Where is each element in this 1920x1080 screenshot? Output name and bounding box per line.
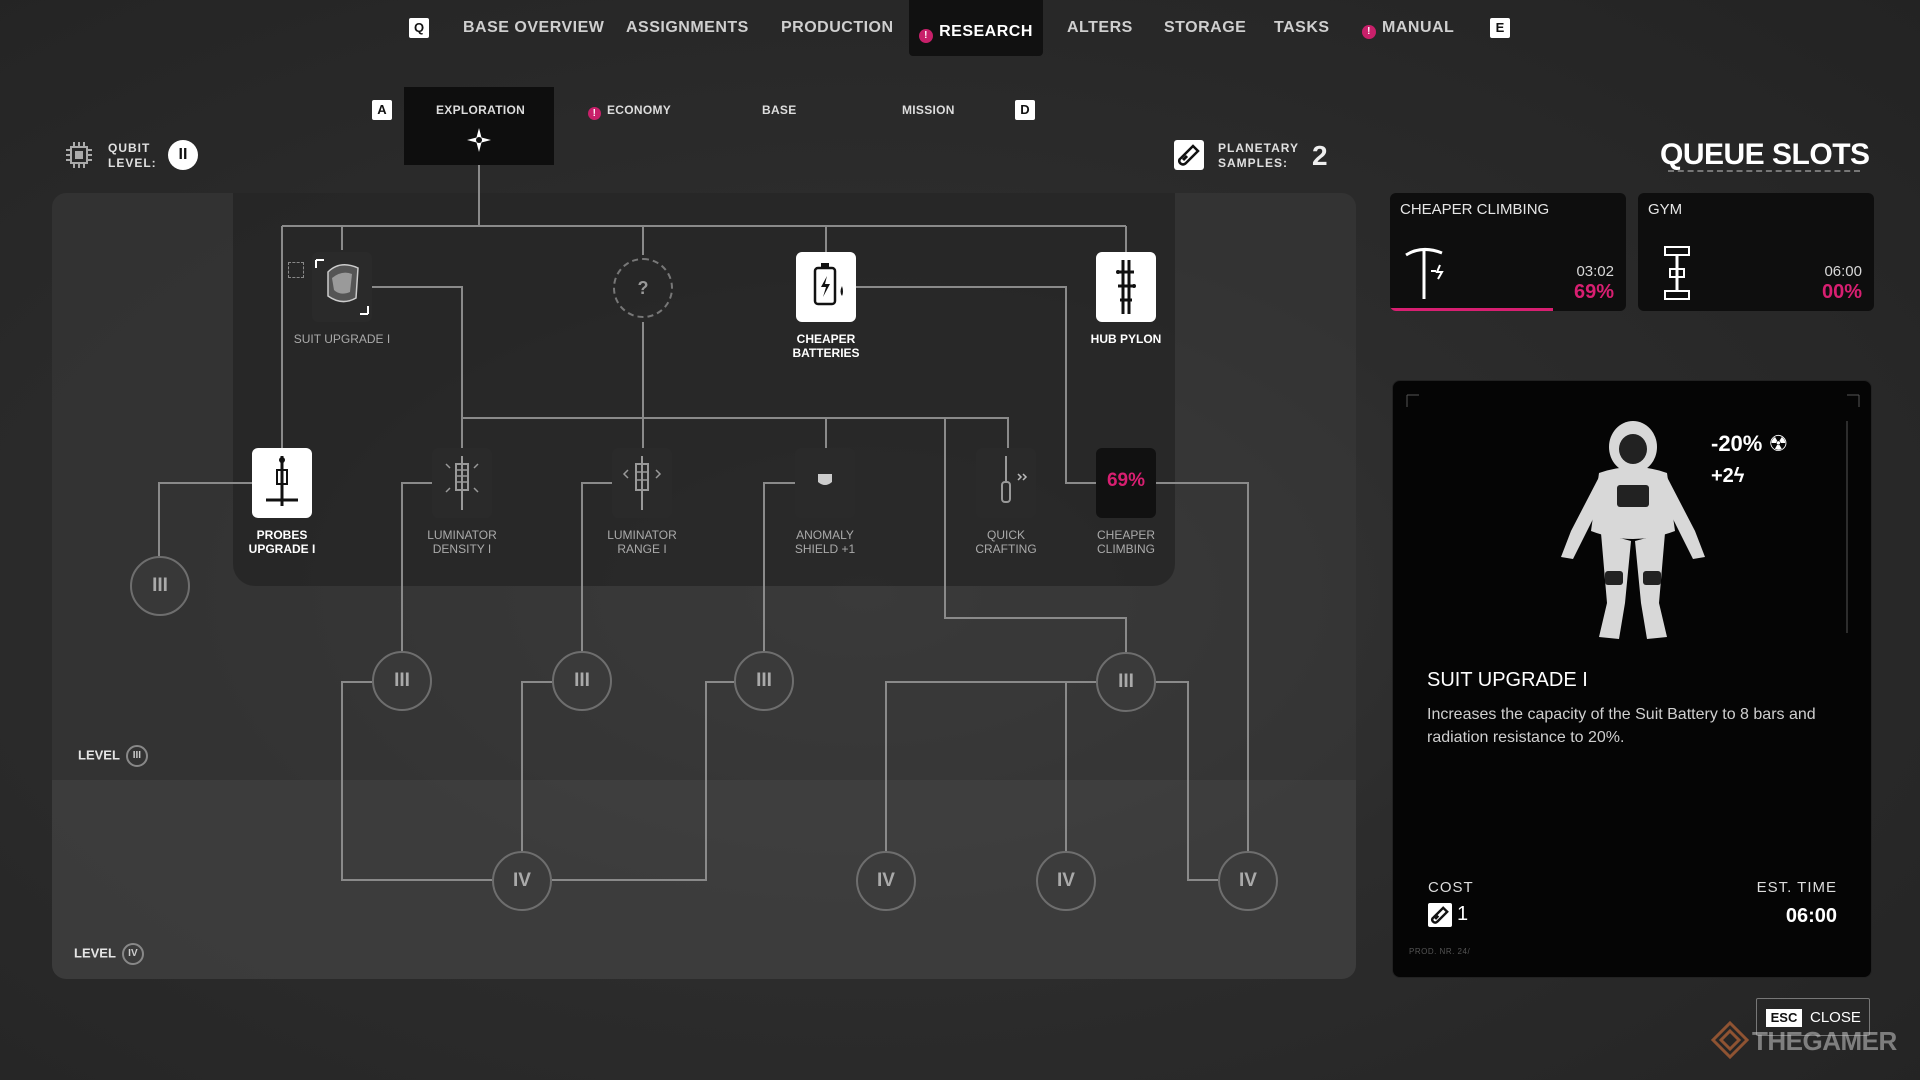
level-node-iii[interactable]: III: [552, 651, 612, 711]
level-iii-marker: LEVEL III: [78, 745, 148, 767]
level-node-iii[interactable]: III: [1096, 652, 1156, 712]
node-luminator-range[interactable]: [612, 448, 672, 518]
stat-battery-bars: +2ϟ: [1711, 465, 1745, 487]
label-probes-upgrade: PROBES UPGRADE I: [248, 528, 316, 556]
level-iii-label: LEVEL: [78, 747, 120, 763]
label-anomaly-shield: ANOMALY SHIELD +1: [794, 528, 856, 556]
cost-label: COST: [1428, 879, 1474, 896]
est-time-value: 06:00: [1785, 905, 1837, 927]
level-node-iii[interactable]: III: [130, 556, 190, 616]
node-suit-upgrade[interactable]: [312, 252, 372, 322]
thegamer-watermark: THEGAMER: [1752, 1026, 1897, 1056]
queue-slot-name: GYM: [1648, 201, 1683, 218]
est-time-label: EST. TIME: [1756, 879, 1837, 896]
node-quick-crafting[interactable]: [976, 448, 1036, 518]
close-label: CLOSE: [1810, 1009, 1861, 1026]
prod-number-footer: PROD. NR. 24/: [1409, 947, 1471, 956]
level-iv-marker: LEVEL IV: [74, 943, 144, 965]
node-anomaly-shield[interactable]: [795, 448, 855, 518]
node-hub-pylon[interactable]: [1096, 252, 1156, 322]
shield-icon: [818, 474, 832, 485]
node-unknown: ?: [613, 258, 673, 318]
luminator-icon: [445, 456, 479, 510]
queue-slot-progress-bar: [1390, 308, 1553, 311]
screwdriver-icon: [1001, 456, 1028, 503]
detail-title: SUIT UPGRADE I: [1427, 669, 1588, 691]
label-cheaper-batteries: CHEAPER BATTERIES: [792, 332, 860, 360]
level-node-iii[interactable]: III: [734, 651, 794, 711]
probe-icon: [266, 456, 298, 506]
queue-title-underline: [1668, 170, 1860, 172]
luminator-range-icon: [622, 456, 662, 510]
pickaxe-icon: [1405, 248, 1444, 299]
queue-slot-progress: 69%: [1573, 281, 1614, 303]
research-detail-card: -20% ☢ +2ϟ SUIT UPGRADE I Increases the …: [1392, 380, 1872, 978]
label-cheaper-climbing: CHEAPER CLIMBING: [1096, 528, 1155, 556]
selection-bracket-icon: [288, 262, 304, 278]
helmet-icon: [315, 259, 369, 315]
queue-slot-gym[interactable]: GYM 06:00 00%: [1638, 193, 1874, 311]
node-cheaper-climbing[interactable]: 69%: [1096, 448, 1156, 518]
cost-value: 1: [1457, 903, 1469, 925]
queue-slot-time: 03:02: [1576, 263, 1614, 280]
level-node-iv[interactable]: IV: [1218, 851, 1278, 911]
node-probes-upgrade[interactable]: [252, 448, 312, 518]
stat-radiation-resistance: -20% ☢: [1711, 431, 1789, 456]
queue-slots-title: QUEUE SLOTS: [1660, 138, 1870, 171]
label-suit-upgrade: SUIT UPGRADE I: [293, 332, 391, 346]
queue-slot-name: CHEAPER CLIMBING: [1400, 201, 1550, 218]
node-luminator-density[interactable]: [432, 448, 492, 518]
level-iii-numeral: III: [125, 745, 148, 767]
label-luminator-range: LUMINATOR RANGE I: [607, 528, 677, 556]
pylon-icon: [1116, 260, 1136, 314]
level-node-iv[interactable]: IV: [856, 851, 916, 911]
node-cheaper-batteries[interactable]: [796, 252, 856, 322]
level-iv-numeral: IV: [121, 943, 144, 965]
queue-slot-progress: 00%: [1821, 281, 1862, 303]
label-luminator-density: LUMINATOR DENSITY I: [427, 528, 497, 556]
detail-description: Increases the capacity of the Suit Batte…: [1427, 706, 1816, 746]
astronaut-suit-icon: [1406, 394, 1860, 639]
node-cheaper-climbing-progress: 69%: [1106, 470, 1146, 491]
esc-keycap: ESC: [1766, 1009, 1802, 1027]
level-node-iv[interactable]: IV: [492, 851, 552, 911]
thegamer-logo-icon: [1710, 1020, 1750, 1060]
queue-slot-cheaper-climbing[interactable]: CHEAPER CLIMBING 03:02 69%: [1390, 193, 1626, 311]
level-node-iv[interactable]: IV: [1036, 851, 1096, 911]
label-hub-pylon: HUB PYLON: [1090, 332, 1162, 346]
dumbbell-icon: [1664, 246, 1690, 300]
battery-icon: [813, 263, 843, 306]
level-iv-label: LEVEL: [74, 945, 116, 961]
sample-tube-icon: [1428, 903, 1452, 927]
level-node-iii[interactable]: III: [372, 651, 432, 711]
queue-slot-time: 06:00: [1824, 263, 1862, 280]
